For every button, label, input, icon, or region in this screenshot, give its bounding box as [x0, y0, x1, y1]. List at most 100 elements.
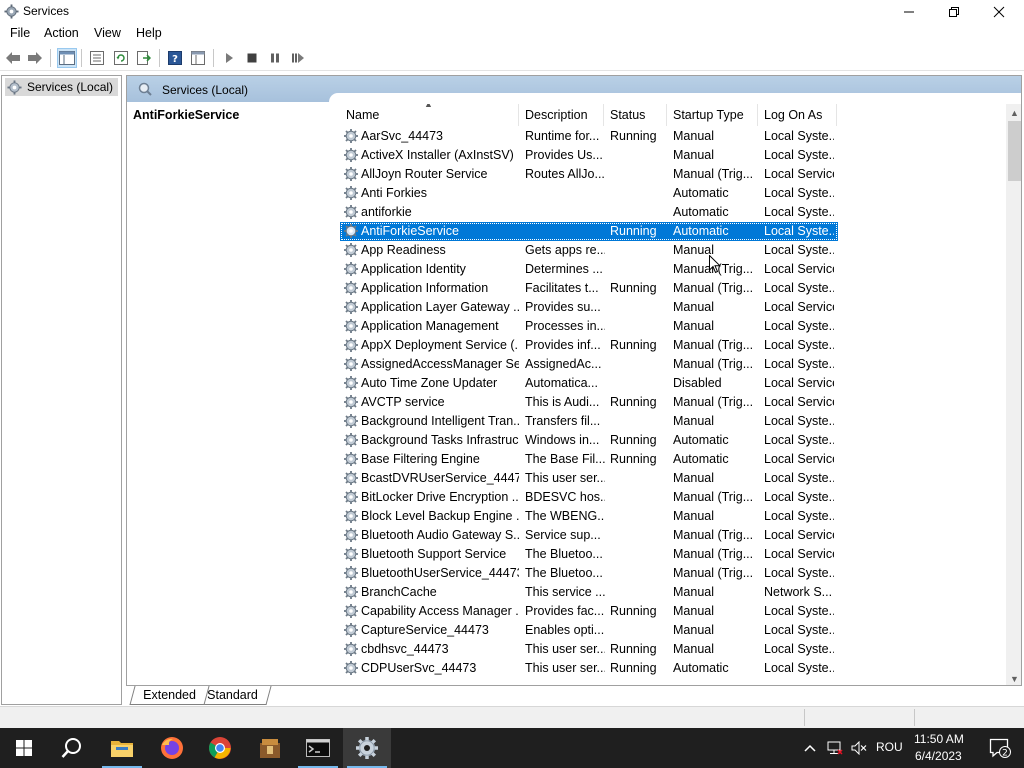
service-startup-type: Manual: [673, 129, 714, 143]
table-row[interactable]: Application Layer Gateway ... Provides su…: [340, 298, 838, 317]
service-gear-icon: [344, 452, 358, 466]
tree-item-services-local[interactable]: Services (Local): [5, 78, 118, 96]
service-log-on-as: Local Service: [764, 395, 834, 409]
details-view-button[interactable]: [188, 48, 208, 68]
table-row[interactable]: Application Information Facilitates t... R…: [340, 279, 838, 298]
column-header-name[interactable]: ▲ Name: [340, 104, 519, 126]
service-startup-type: Manual: [673, 471, 714, 485]
table-row[interactable]: antiforkie Automatic Local Syste...: [340, 203, 838, 222]
service-log-on-as: Local Service: [764, 528, 834, 542]
tray-time[interactable]: 11:50 AM: [914, 732, 964, 746]
restart-service-button[interactable]: [288, 48, 308, 68]
service-description: The Base Fil...: [525, 452, 605, 466]
scroll-up-icon[interactable]: ▲: [1006, 104, 1021, 121]
properties-button[interactable]: [87, 48, 107, 68]
table-row[interactable]: Bluetooth Audio Gateway S... Service sup.…: [340, 526, 838, 545]
taskbar-search-button[interactable]: [48, 728, 96, 768]
taskbar-terminal[interactable]: [294, 728, 342, 768]
show-console-tree-button[interactable]: [57, 48, 77, 68]
column-header-startup-type[interactable]: Startup Type: [667, 104, 758, 126]
taskbar-chrome[interactable]: [196, 728, 244, 768]
forward-button[interactable]: [25, 48, 45, 68]
column-header-status[interactable]: Status: [604, 104, 667, 126]
table-row[interactable]: AVCTP service This is Audi... Running Manua…: [340, 393, 838, 412]
table-row[interactable]: Bluetooth Support Service The Bluetoo... M…: [340, 545, 838, 564]
column-log-on-as-label: Log On As: [764, 108, 823, 122]
table-row[interactable]: CaptureService_44473 Enables opti... Manua…: [340, 621, 838, 640]
service-startup-type: Automatic: [673, 205, 729, 219]
scroll-down-icon[interactable]: ▼: [1006, 670, 1021, 685]
tab-extended[interactable]: Extended: [129, 686, 210, 705]
table-row[interactable]: BitLocker Drive Encryption ... BDESVC hos…: [340, 488, 838, 507]
service-log-on-as: Local Service: [764, 167, 834, 181]
service-description: Windows in...: [525, 433, 600, 447]
file-explorer-icon: [111, 741, 133, 757]
table-row[interactable]: Background Tasks Infrastruc... Windows in…: [340, 431, 838, 450]
pause-service-button[interactable]: [265, 48, 285, 68]
action-center-button[interactable]: 2: [976, 728, 1024, 768]
scroll-thumb[interactable]: [1008, 121, 1021, 181]
service-name: AppX Deployment Service (...: [361, 338, 519, 352]
maximize-button[interactable]: [931, 0, 977, 23]
table-row[interactable]: AssignedAccessManager Se... AssignedAc...…: [340, 355, 838, 374]
back-button[interactable]: [3, 48, 23, 68]
menu-view[interactable]: View: [94, 26, 121, 40]
menu-action[interactable]: Action: [44, 26, 79, 40]
table-row[interactable]: BranchCache This service ... Manual Network…: [340, 583, 838, 602]
table-row[interactable]: Application Identity Determines ... Manual…: [340, 260, 838, 279]
table-row[interactable]: Auto Time Zone Updater Automatica... Disab…: [340, 374, 838, 393]
tray-network-button[interactable]: [824, 728, 846, 768]
service-description: This user ser...: [525, 471, 605, 485]
services-window: Services File Action View Help ? Service…: [0, 0, 1024, 768]
table-row[interactable]: BluetoothUserService_44473 The Bluetoo...…: [340, 564, 838, 583]
table-row[interactable]: Anti Forkies Automatic Local Syste...: [340, 184, 838, 203]
stop-service-button[interactable]: [242, 48, 262, 68]
table-row[interactable]: Background Intelligent Tran... Transfers …: [340, 412, 838, 431]
table-row[interactable]: cbdhsvc_44473 This user ser... Running Manu…: [340, 640, 838, 659]
service-description: Routes AllJo...: [525, 167, 605, 181]
service-gear-icon: [344, 338, 358, 352]
table-row[interactable]: Capability Access Manager ... Provides fa…: [340, 602, 838, 621]
service-name: AarSvc_44473: [361, 129, 444, 143]
taskbar-services[interactable]: [343, 728, 391, 768]
tree-item-label: Services (Local): [27, 80, 114, 94]
tray-date[interactable]: 6/4/2023: [915, 749, 962, 763]
table-row[interactable]: AarSvc_44473 Runtime for... Running Manual L…: [340, 127, 838, 146]
menu-help[interactable]: Help: [136, 26, 162, 40]
start-button[interactable]: [0, 728, 48, 768]
menu-file[interactable]: File: [10, 26, 30, 40]
service-description: Provides fac...: [525, 604, 605, 618]
service-name: antiforkie: [361, 205, 412, 219]
table-row[interactable]: Application Management Processes in... Man…: [340, 317, 838, 336]
table-row[interactable]: AntiForkieService Running Automatic Local S…: [340, 222, 838, 241]
service-gear-icon: [344, 186, 358, 200]
tray-show-hidden-button[interactable]: [799, 728, 821, 768]
table-row[interactable]: BcastDVRUserService_44473 This user ser..…: [340, 469, 838, 488]
table-row[interactable]: ActiveX Installer (AxInstSV) Provides Us.…: [340, 146, 838, 165]
column-header-log-on-as[interactable]: Log On As: [758, 104, 837, 126]
service-gear-icon: [344, 167, 358, 181]
taskbar-archive-app[interactable]: [246, 728, 294, 768]
table-row[interactable]: CDPUserSvc_44473 This user ser... Running A…: [340, 659, 838, 678]
column-startup-type-label: Startup Type: [673, 108, 744, 122]
tray-language[interactable]: ROU: [876, 740, 903, 754]
service-startup-type: Manual (Trig...: [673, 395, 754, 409]
table-row[interactable]: AllJoyn Router Service Routes AllJo... Man…: [340, 165, 838, 184]
taskbar-file-explorer[interactable]: [98, 728, 146, 768]
vertical-scrollbar[interactable]: ▲ ▼: [1006, 104, 1021, 685]
table-row[interactable]: Base Filtering Engine The Base Fil... Runn…: [340, 450, 838, 469]
table-row[interactable]: Block Level Backup Engine ... The WBENG..…: [340, 507, 838, 526]
taskbar-firefox[interactable]: [148, 728, 196, 768]
export-list-button[interactable]: [134, 48, 154, 68]
help-button[interactable]: ?: [165, 48, 185, 68]
table-row[interactable]: AppX Deployment Service (... Provides inf…: [340, 336, 838, 355]
tray-volume-button[interactable]: [848, 728, 870, 768]
table-row[interactable]: App Readiness Gets apps re... Manual Local …: [340, 241, 838, 260]
column-header-description[interactable]: Description: [519, 104, 604, 126]
service-status: Running: [610, 661, 657, 675]
close-button[interactable]: [976, 0, 1022, 23]
minimize-button[interactable]: [886, 0, 932, 23]
refresh-button[interactable]: [111, 48, 131, 68]
service-name: Capability Access Manager ...: [361, 604, 519, 618]
start-service-button[interactable]: [219, 48, 239, 68]
